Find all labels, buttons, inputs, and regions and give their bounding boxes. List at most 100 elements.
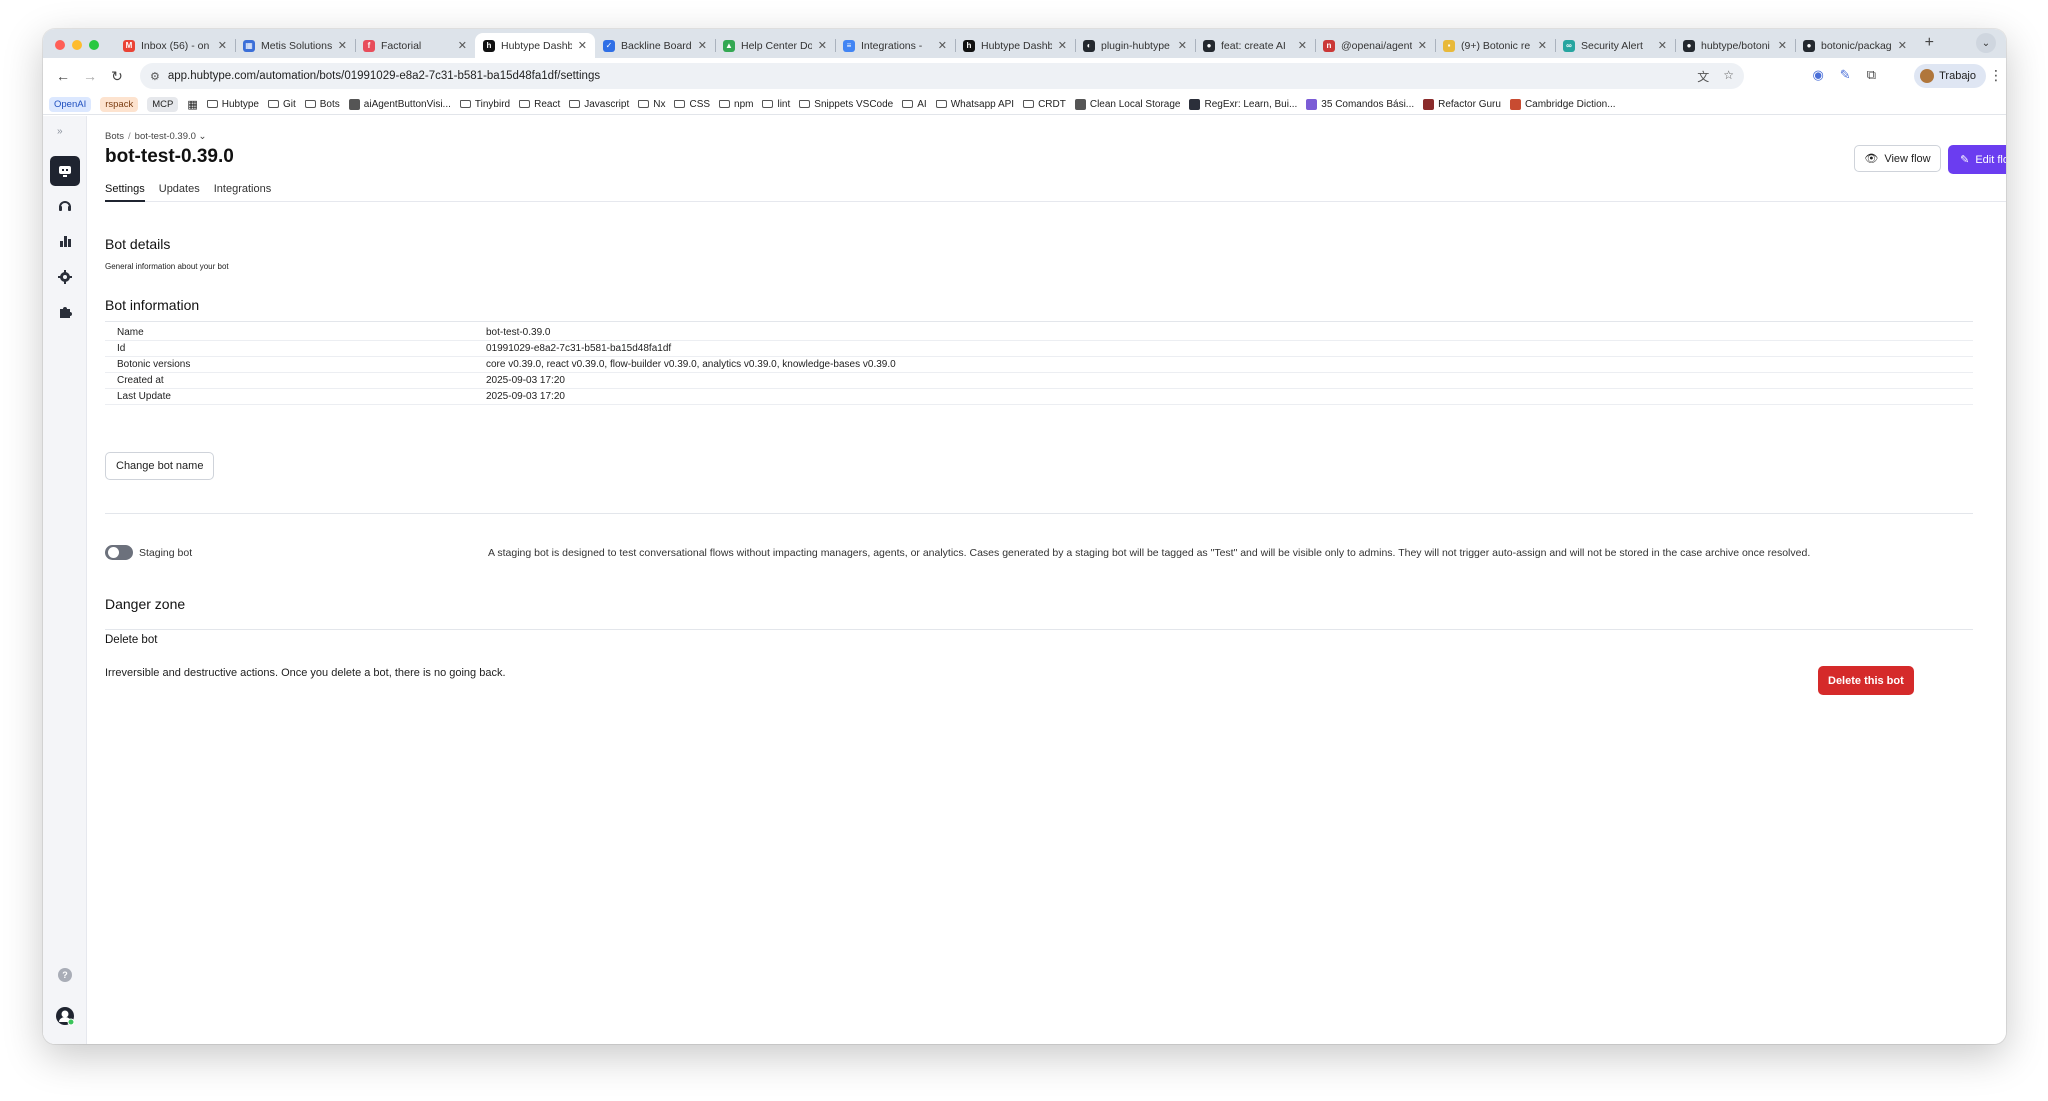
reload-icon[interactable]: ↻ bbox=[107, 66, 127, 86]
close-tab-icon[interactable]: ✕ bbox=[1658, 39, 1667, 52]
bookmark-star-icon[interactable]: ☆ bbox=[1723, 68, 1734, 85]
bookmark-folder[interactable]: Whatsapp API bbox=[935, 99, 1014, 110]
address-bar[interactable]: ⚙ app.hubtype.com/automation/bots/019910… bbox=[140, 63, 1744, 89]
sidebar-analytics[interactable] bbox=[50, 226, 80, 256]
close-tab-icon[interactable]: ✕ bbox=[338, 39, 347, 52]
tab-integrations[interactable]: Integrations bbox=[214, 180, 271, 202]
forward-arrow-icon[interactable]: → bbox=[80, 66, 100, 86]
browser-menu-icon[interactable]: ⋮ bbox=[1989, 67, 2003, 84]
browser-tab[interactable]: ≡ Integrations - ✕ bbox=[835, 33, 955, 58]
browser-tab[interactable]: ◐ plugin-hubtype ✕ bbox=[1075, 33, 1195, 58]
close-tab-icon[interactable]: ✕ bbox=[218, 39, 227, 52]
sidebar-settings[interactable] bbox=[50, 262, 80, 292]
browser-tab[interactable]: n @openai/agent ✕ bbox=[1315, 33, 1435, 58]
apps-grid-icon[interactable]: ▦ bbox=[187, 98, 197, 111]
folder-icon bbox=[719, 100, 731, 108]
bookmark-link[interactable]: Refactor Guru bbox=[1423, 98, 1501, 110]
close-tab-icon[interactable]: ✕ bbox=[818, 39, 827, 52]
chevron-down-icon[interactable]: ⌄ bbox=[196, 131, 207, 142]
bookmark-link[interactable]: RegExr: Learn, Bui... bbox=[1189, 98, 1297, 110]
bookmark-folder[interactable]: Git bbox=[267, 98, 296, 110]
user-avatar-icon[interactable] bbox=[55, 1006, 75, 1026]
browser-tab[interactable]: ● hubtype/botoni ✕ bbox=[1675, 33, 1795, 58]
tab-settings[interactable]: Settings bbox=[105, 180, 145, 202]
tab-updates[interactable]: Updates bbox=[159, 180, 200, 202]
profile-button[interactable]: Trabajo bbox=[1914, 64, 1986, 88]
close-tab-icon[interactable]: ✕ bbox=[1418, 39, 1427, 52]
bookmark-chip[interactable]: rspack bbox=[100, 96, 139, 112]
help-icon[interactable]: ? bbox=[58, 968, 72, 982]
back-arrow-icon[interactable]: ← bbox=[53, 66, 73, 86]
bookmark-folder[interactable]: Javascript bbox=[569, 99, 629, 110]
extensions-area: ◉ ✎ ⧉ bbox=[1812, 67, 1876, 83]
expand-sidebar-icon[interactable]: » bbox=[57, 126, 63, 137]
bookmark-folder[interactable]: Nx bbox=[638, 99, 665, 110]
staging-bot-toggle[interactable] bbox=[105, 545, 133, 560]
sidebar-automation[interactable] bbox=[50, 156, 80, 186]
browser-tab[interactable]: f Factorial ✕ bbox=[355, 33, 475, 58]
maximize-window-button[interactable] bbox=[89, 40, 99, 50]
bookmark-folder[interactable]: Tinybird bbox=[459, 99, 510, 110]
browser-tab[interactable]: ▪ (9+) Botonic re ✕ bbox=[1435, 33, 1555, 58]
sidebar-integrations[interactable] bbox=[50, 297, 80, 327]
delete-bot-button[interactable]: Delete this bot bbox=[1818, 666, 1914, 695]
tab-search-icon[interactable]: ⌄ bbox=[1976, 33, 1996, 53]
bookmark-folder[interactable]: Snippets VSCode bbox=[799, 99, 893, 110]
close-tab-icon[interactable]: ✕ bbox=[578, 39, 587, 52]
bookmark-label: Git bbox=[282, 98, 296, 110]
browser-tab[interactable]: M Inbox (56) - on ✕ bbox=[115, 33, 235, 58]
site-settings-icon[interactable]: ⚙ bbox=[150, 70, 160, 83]
bookmark-folder[interactable]: Hubtype bbox=[206, 99, 259, 110]
browser-tab[interactable]: ● botonic/packag ✕ bbox=[1795, 33, 1915, 58]
bookmark-chip[interactable]: MCP bbox=[147, 96, 179, 112]
bookmark-folder[interactable]: npm bbox=[719, 99, 753, 110]
browser-tab[interactable]: ✓ Backline Board ✕ bbox=[595, 33, 715, 58]
close-tab-icon[interactable]: ✕ bbox=[938, 39, 947, 52]
devtools-extension-icon[interactable]: ✎ bbox=[1840, 67, 1851, 83]
folder-icon bbox=[762, 100, 774, 108]
bookmark-link[interactable]: aiAgentButtonVisi... bbox=[348, 98, 451, 110]
bookmark-folder[interactable]: AI bbox=[902, 99, 927, 110]
close-tab-icon[interactable]: ✕ bbox=[1058, 39, 1067, 52]
edit-icon: ✎ bbox=[1960, 154, 1970, 166]
browser-tab[interactable]: ∞ Security Alert ✕ bbox=[1555, 33, 1675, 58]
bookmark-link[interactable]: Cambridge Diction... bbox=[1509, 98, 1616, 110]
edit-flow-button[interactable]: ✎ Edit flow bbox=[1948, 145, 2006, 174]
minimize-window-button[interactable] bbox=[72, 40, 82, 50]
close-tab-icon[interactable]: ✕ bbox=[698, 39, 707, 52]
browser-tab[interactable]: ▦ Metis Solutions ✕ bbox=[235, 33, 355, 58]
row-value: core v0.39.0, react v0.39.0, flow-builde… bbox=[486, 359, 896, 370]
close-tab-icon[interactable]: ✕ bbox=[458, 39, 467, 52]
breadcrumb-current[interactable]: bot-test-0.39.0 bbox=[135, 131, 196, 142]
translate-icon[interactable]: 文 bbox=[1697, 68, 1709, 85]
sidebar-desk[interactable] bbox=[50, 191, 80, 221]
browser-tab[interactable]: h Hubtype Dashb ✕ bbox=[475, 33, 595, 58]
bookmark-folder[interactable]: React bbox=[519, 99, 560, 110]
browser-tab[interactable]: ▲ Help Center Do ✕ bbox=[715, 33, 835, 58]
bookmark-label: Javascript bbox=[584, 98, 630, 110]
close-tab-icon[interactable]: ✕ bbox=[1538, 39, 1547, 52]
new-tab-button[interactable]: + bbox=[1925, 34, 1934, 52]
change-bot-name-button[interactable]: Change bot name bbox=[105, 452, 215, 480]
bookmark-link[interactable]: 35 Comandos Bási... bbox=[1306, 98, 1414, 110]
browser-tab[interactable]: h Hubtype Dashb ✕ bbox=[955, 33, 1075, 58]
close-window-button[interactable] bbox=[55, 40, 65, 50]
close-tab-icon[interactable]: ✕ bbox=[1778, 39, 1787, 52]
bookmark-folder[interactable]: CRDT bbox=[1023, 99, 1066, 110]
bookmark-link[interactable]: Clean Local Storage bbox=[1074, 98, 1180, 110]
folder-icon bbox=[1023, 100, 1035, 108]
extensions-puzzle-icon[interactable]: ⧉ bbox=[1867, 67, 1876, 83]
breadcrumb-root[interactable]: Bots bbox=[105, 131, 124, 142]
bookmark-folder[interactable]: CSS bbox=[674, 99, 710, 110]
browser-tab[interactable]: ● feat: create AI ✕ bbox=[1195, 33, 1315, 58]
profile-label: Trabajo bbox=[1939, 70, 1976, 82]
divider bbox=[105, 321, 1973, 322]
bookmark-folder[interactable]: lint bbox=[762, 99, 790, 110]
close-tab-icon[interactable]: ✕ bbox=[1898, 39, 1907, 52]
bookmark-folder[interactable]: Bots bbox=[304, 99, 340, 110]
close-tab-icon[interactable]: ✕ bbox=[1178, 39, 1187, 52]
password-manager-icon[interactable]: ◉ bbox=[1812, 67, 1823, 83]
bookmark-chip[interactable]: OpenAI bbox=[49, 96, 92, 112]
close-tab-icon[interactable]: ✕ bbox=[1298, 39, 1307, 52]
view-flow-button[interactable]: 👁 View flow bbox=[1854, 145, 1941, 172]
